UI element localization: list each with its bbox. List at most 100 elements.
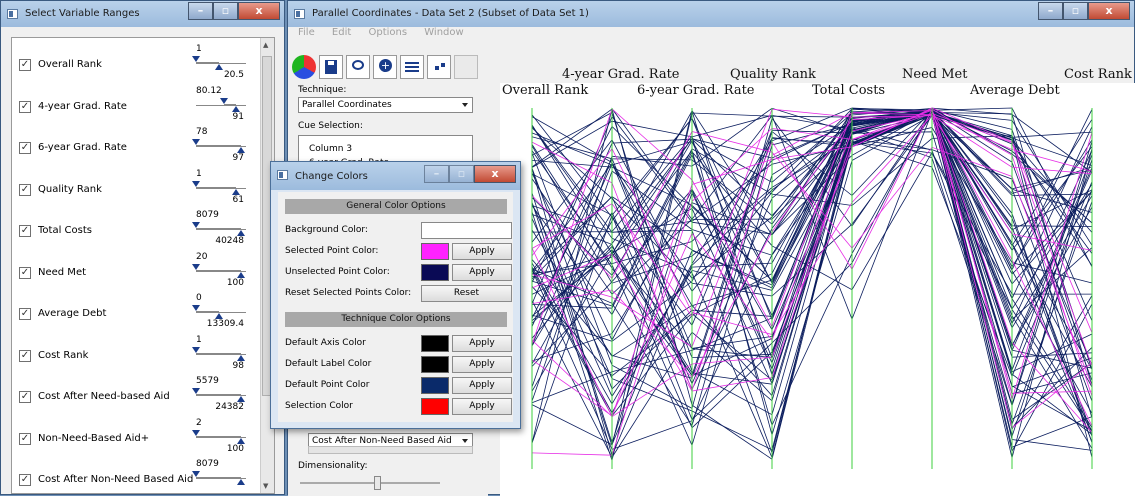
range-selected	[196, 269, 241, 272]
variable-row: ✓ 4-year Grad. Rate 80.12 91	[12, 86, 262, 131]
color-option-row: Unselected Point Color: Apply	[285, 264, 512, 282]
grid-icon[interactable]	[454, 55, 478, 79]
chevron-down-icon	[462, 103, 468, 107]
minimize-button[interactable]: –	[424, 165, 449, 183]
range-min-value: 0	[196, 293, 202, 303]
axis-label: 6-year Grad. Rate	[637, 83, 755, 98]
range-min-value: 2	[196, 417, 202, 428]
apply-button[interactable]: Apply	[452, 398, 512, 415]
data-line	[531, 108, 1093, 359]
range-min-handle[interactable]	[192, 139, 200, 145]
color-swatch[interactable]	[421, 243, 449, 260]
range-min-handle[interactable]	[192, 471, 200, 477]
parallel-coordinates-plot[interactable]	[500, 83, 1135, 496]
variable-checkbox[interactable]: ✓	[19, 266, 31, 279]
range-min-handle[interactable]	[192, 388, 200, 394]
range-max-handle[interactable]	[237, 479, 245, 485]
menu-window[interactable]: Window	[424, 27, 463, 38]
range-max-handle[interactable]	[214, 64, 223, 70]
range-selected	[196, 435, 241, 438]
range-max-value: 24382	[215, 402, 244, 412]
maximize-button[interactable]: ▫	[213, 2, 238, 20]
range-min-value: 8079	[196, 210, 219, 220]
range-min-handle[interactable]	[192, 346, 200, 353]
variable-label: 4-year Grad. Rate	[38, 100, 127, 112]
color-swatch[interactable]	[421, 377, 449, 394]
range-max-value: 20.5	[223, 70, 244, 80]
axis-label: Need Met	[902, 67, 968, 82]
range-selected	[196, 477, 241, 479]
variable-label: Cost After Need-based Aid	[38, 391, 170, 402]
close-button[interactable]: x	[474, 165, 516, 183]
variable-checkbox[interactable]: ✓	[19, 308, 31, 320]
dialog-title: Change Colors	[295, 171, 368, 182]
variable-ranges-titlebar[interactable]: Select Variable Ranges – ▫ x	[1, 1, 284, 27]
range-min-handle[interactable]	[219, 97, 228, 104]
dimensionality-slider-thumb[interactable]	[374, 476, 381, 490]
maximize-button[interactable]: ▫	[449, 165, 474, 183]
scroll-down-icon[interactable]: ▼	[263, 482, 268, 490]
cue-selection-label: Cue Selection:	[298, 121, 363, 131]
variable-label: Quality Rank	[38, 183, 102, 195]
color-swatch[interactable]	[421, 335, 449, 352]
background-color-swatch[interactable]	[421, 222, 512, 239]
variable-checkbox[interactable]: ✓	[19, 142, 31, 154]
variable-checkbox[interactable]: ✓	[19, 474, 31, 486]
window-app-icon	[277, 170, 288, 180]
dimensionality-slider[interactable]	[300, 476, 440, 490]
variable-checkbox[interactable]: ✓	[19, 391, 31, 403]
close-button[interactable]: x	[1088, 2, 1130, 20]
menu-file[interactable]: File	[298, 27, 315, 38]
apply-button[interactable]: Apply	[452, 264, 512, 281]
variable-checkbox[interactable]: ✓	[19, 225, 31, 237]
axis-label: Average Debt	[970, 83, 1060, 98]
variable-checkbox[interactable]: ✓	[19, 100, 31, 113]
sort-icon[interactable]	[400, 55, 424, 79]
points-icon[interactable]	[427, 55, 451, 79]
apply-button[interactable]: Apply	[452, 356, 512, 373]
color-wheel-icon[interactable]	[292, 55, 316, 79]
filter-icon[interactable]	[346, 55, 370, 79]
scroll-up-icon[interactable]: ▲	[263, 41, 268, 49]
apply-button[interactable]: Apply	[452, 377, 512, 394]
horizontal-scrollbar[interactable]	[308, 446, 473, 454]
save-icon[interactable]	[319, 55, 343, 79]
color-option-row: Reset Selected Points Color: Reset	[285, 285, 512, 303]
main-titlebar[interactable]: Parallel Coordinates - Data Set 2 (Subse…	[288, 1, 1134, 27]
color-swatch[interactable]	[421, 398, 449, 415]
minimize-button[interactable]: –	[188, 2, 213, 20]
range-min-handle[interactable]	[192, 305, 200, 311]
axis-label: Cost Rank	[1064, 67, 1132, 82]
range-min-handle[interactable]	[192, 180, 200, 187]
cue-list-item[interactable]: Column 3	[309, 144, 352, 154]
menu-options[interactable]: Options	[368, 27, 407, 38]
variable-ranges-title: Select Variable Ranges	[25, 8, 140, 19]
menu-edit[interactable]: Edit	[332, 27, 351, 38]
apply-button[interactable]: Apply	[452, 243, 512, 260]
range-min-handle[interactable]	[192, 429, 200, 436]
variable-checkbox[interactable]: ✓	[19, 59, 31, 71]
dialog-titlebar[interactable]: Change Colors – ▫ x	[271, 162, 520, 190]
range-min-handle[interactable]	[192, 56, 200, 62]
variable-label: Average Debt	[38, 308, 107, 319]
variable-label: Non-Need-Based Aid+	[38, 432, 150, 444]
variable-checkbox[interactable]: ✓	[19, 349, 31, 362]
axis-label: 4-year Grad. Rate	[562, 67, 680, 82]
apply-button[interactable]: Apply	[452, 335, 512, 352]
variable-checkbox[interactable]: ✓	[19, 432, 31, 445]
maximize-button[interactable]: ▫	[1063, 2, 1088, 20]
range-selected	[196, 394, 241, 396]
reset-button[interactable]: Reset	[421, 285, 512, 302]
range-min-value: 8079	[196, 459, 219, 469]
color-swatch[interactable]	[421, 264, 449, 281]
range-min-handle[interactable]	[192, 263, 200, 270]
color-swatch[interactable]	[421, 356, 449, 373]
variable-checkbox[interactable]: ✓	[19, 183, 31, 196]
technique-select[interactable]: Parallel Coordinates	[298, 97, 473, 113]
range-min-handle[interactable]	[192, 222, 200, 228]
range-min-value: 1	[196, 334, 202, 345]
minimize-button[interactable]: –	[1038, 2, 1063, 20]
zoom-in-icon[interactable]: +	[373, 55, 397, 79]
color-option-label: Unselected Point Color:	[285, 267, 390, 277]
close-button[interactable]: x	[238, 2, 280, 20]
